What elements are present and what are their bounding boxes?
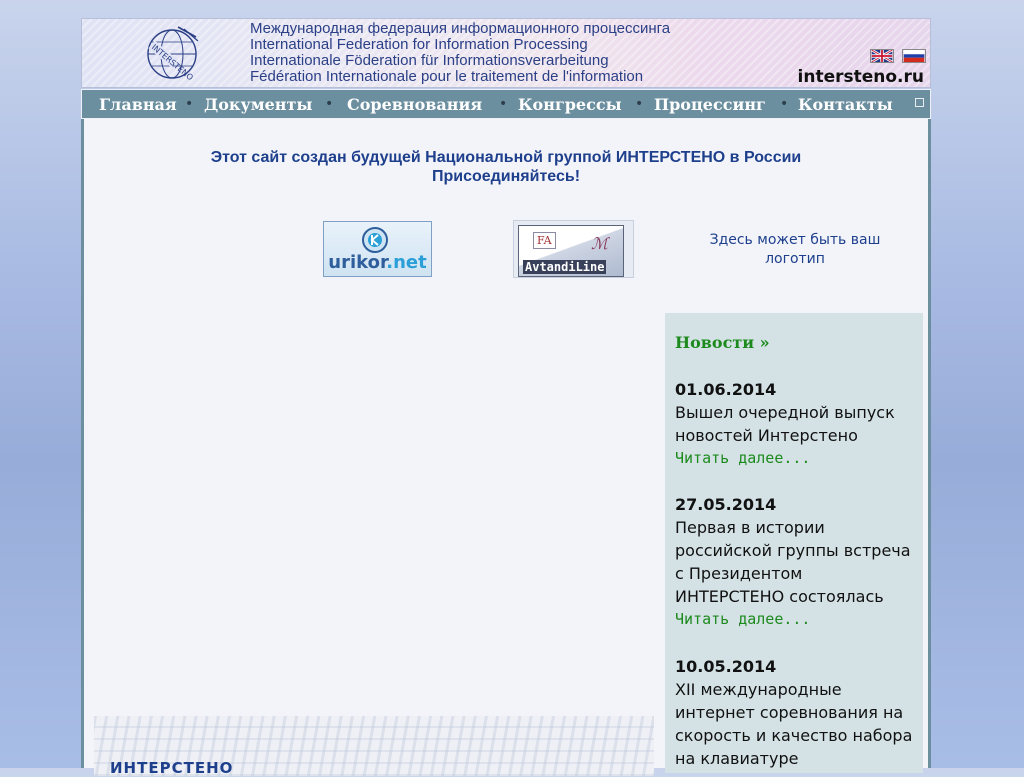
language-switcher bbox=[870, 49, 926, 63]
avtandiline-card: FA ℳ AvtandiLine bbox=[518, 225, 624, 277]
uk-flag-icon[interactable] bbox=[870, 49, 894, 63]
news-date: 10.05.2014 bbox=[675, 657, 777, 676]
signature-mark-icon: ℳ bbox=[591, 234, 609, 253]
news-text: Первая в истории российской группы встре… bbox=[675, 518, 911, 606]
nav-item-home[interactable]: Главная bbox=[99, 95, 177, 114]
news-date: 27.05.2014 bbox=[675, 495, 777, 514]
intro-text: Этот сайт создан будущей Национальной гр… bbox=[210, 149, 802, 166]
urikor-logo[interactable]: urikor.net bbox=[323, 221, 432, 277]
join-call: Присоединяйтесь! bbox=[431, 168, 581, 185]
logo-placeholder-text: Здесь может быть ваш логотип bbox=[709, 232, 881, 267]
nav-item-processing[interactable]: Процессинг bbox=[654, 95, 766, 114]
handwriting-banner: ИНТЕРСТЕНО bbox=[94, 716, 654, 777]
urikor-mark-icon bbox=[362, 227, 388, 253]
avtandiline-logo[interactable]: FA ℳ AvtandiLine bbox=[513, 220, 634, 278]
site-domain[interactable]: intersteno.ru bbox=[798, 67, 924, 87]
site-header: INTERSTENO Международная федерация инфор… bbox=[81, 18, 931, 88]
main-nav: Главная • Документы • Соревнования • Кон… bbox=[81, 89, 931, 119]
nav-item-contacts[interactable]: Контакты bbox=[798, 95, 893, 114]
russia-flag-icon[interactable] bbox=[902, 49, 926, 63]
news-date: 01.06.2014 bbox=[675, 380, 777, 399]
expand-icon[interactable] bbox=[915, 98, 924, 107]
header-line-ru: Международная федерация информационного … bbox=[250, 20, 671, 37]
page-frame: INTERSTENO Международная федерация инфор… bbox=[81, 18, 931, 777]
nav-separator: • bbox=[325, 96, 334, 112]
news-panel: Новости » 01.06.2014 Вышел очередной вып… bbox=[665, 313, 923, 773]
logo-lettering: INTERSTENO bbox=[150, 43, 195, 83]
news-item: 10.05.2014 XII международные интернет со… bbox=[675, 655, 915, 770]
nav-separator: • bbox=[499, 96, 508, 112]
header-line-de: Internationale Föderation für Informatio… bbox=[250, 52, 609, 69]
news-heading-link[interactable]: Новости » bbox=[675, 333, 770, 352]
nav-item-congresses[interactable]: Конгрессы bbox=[518, 95, 622, 114]
avtandiline-wordmark: AvtandiLine bbox=[523, 260, 607, 274]
header-line-fr: Fédération Internationale pour le traite… bbox=[250, 68, 644, 85]
header-line-en: International Federation for Information… bbox=[250, 36, 588, 53]
urikor-wordmark: urikor.net bbox=[328, 252, 427, 273]
nav-item-documents[interactable]: Документы bbox=[204, 95, 312, 114]
news-item: 27.05.2014 Первая в истории российской г… bbox=[675, 493, 915, 631]
nav-separator: • bbox=[185, 96, 194, 112]
banner-title: ИНТЕРСТЕНО bbox=[110, 759, 234, 777]
news-text: XII международные интернет соревнования … bbox=[675, 680, 913, 768]
read-more-link[interactable]: Читать далее... bbox=[675, 608, 915, 631]
avtandiline-monogram: FA bbox=[533, 232, 556, 249]
intersteno-globe-logo[interactable]: INTERSTENO bbox=[138, 23, 206, 85]
main-content: Этот сайт создан будущей Национальной гр… bbox=[81, 119, 931, 777]
nav-item-competitions[interactable]: Соревнования bbox=[347, 95, 482, 114]
nav-separator: • bbox=[780, 96, 789, 112]
nav-separator: • bbox=[635, 96, 644, 112]
read-more-link[interactable]: Читать далее... bbox=[675, 447, 915, 470]
news-text: Вышел очередной выпуск новостей Интерсте… bbox=[675, 403, 895, 445]
news-item: 01.06.2014 Вышел очередной выпуск новост… bbox=[675, 378, 915, 470]
